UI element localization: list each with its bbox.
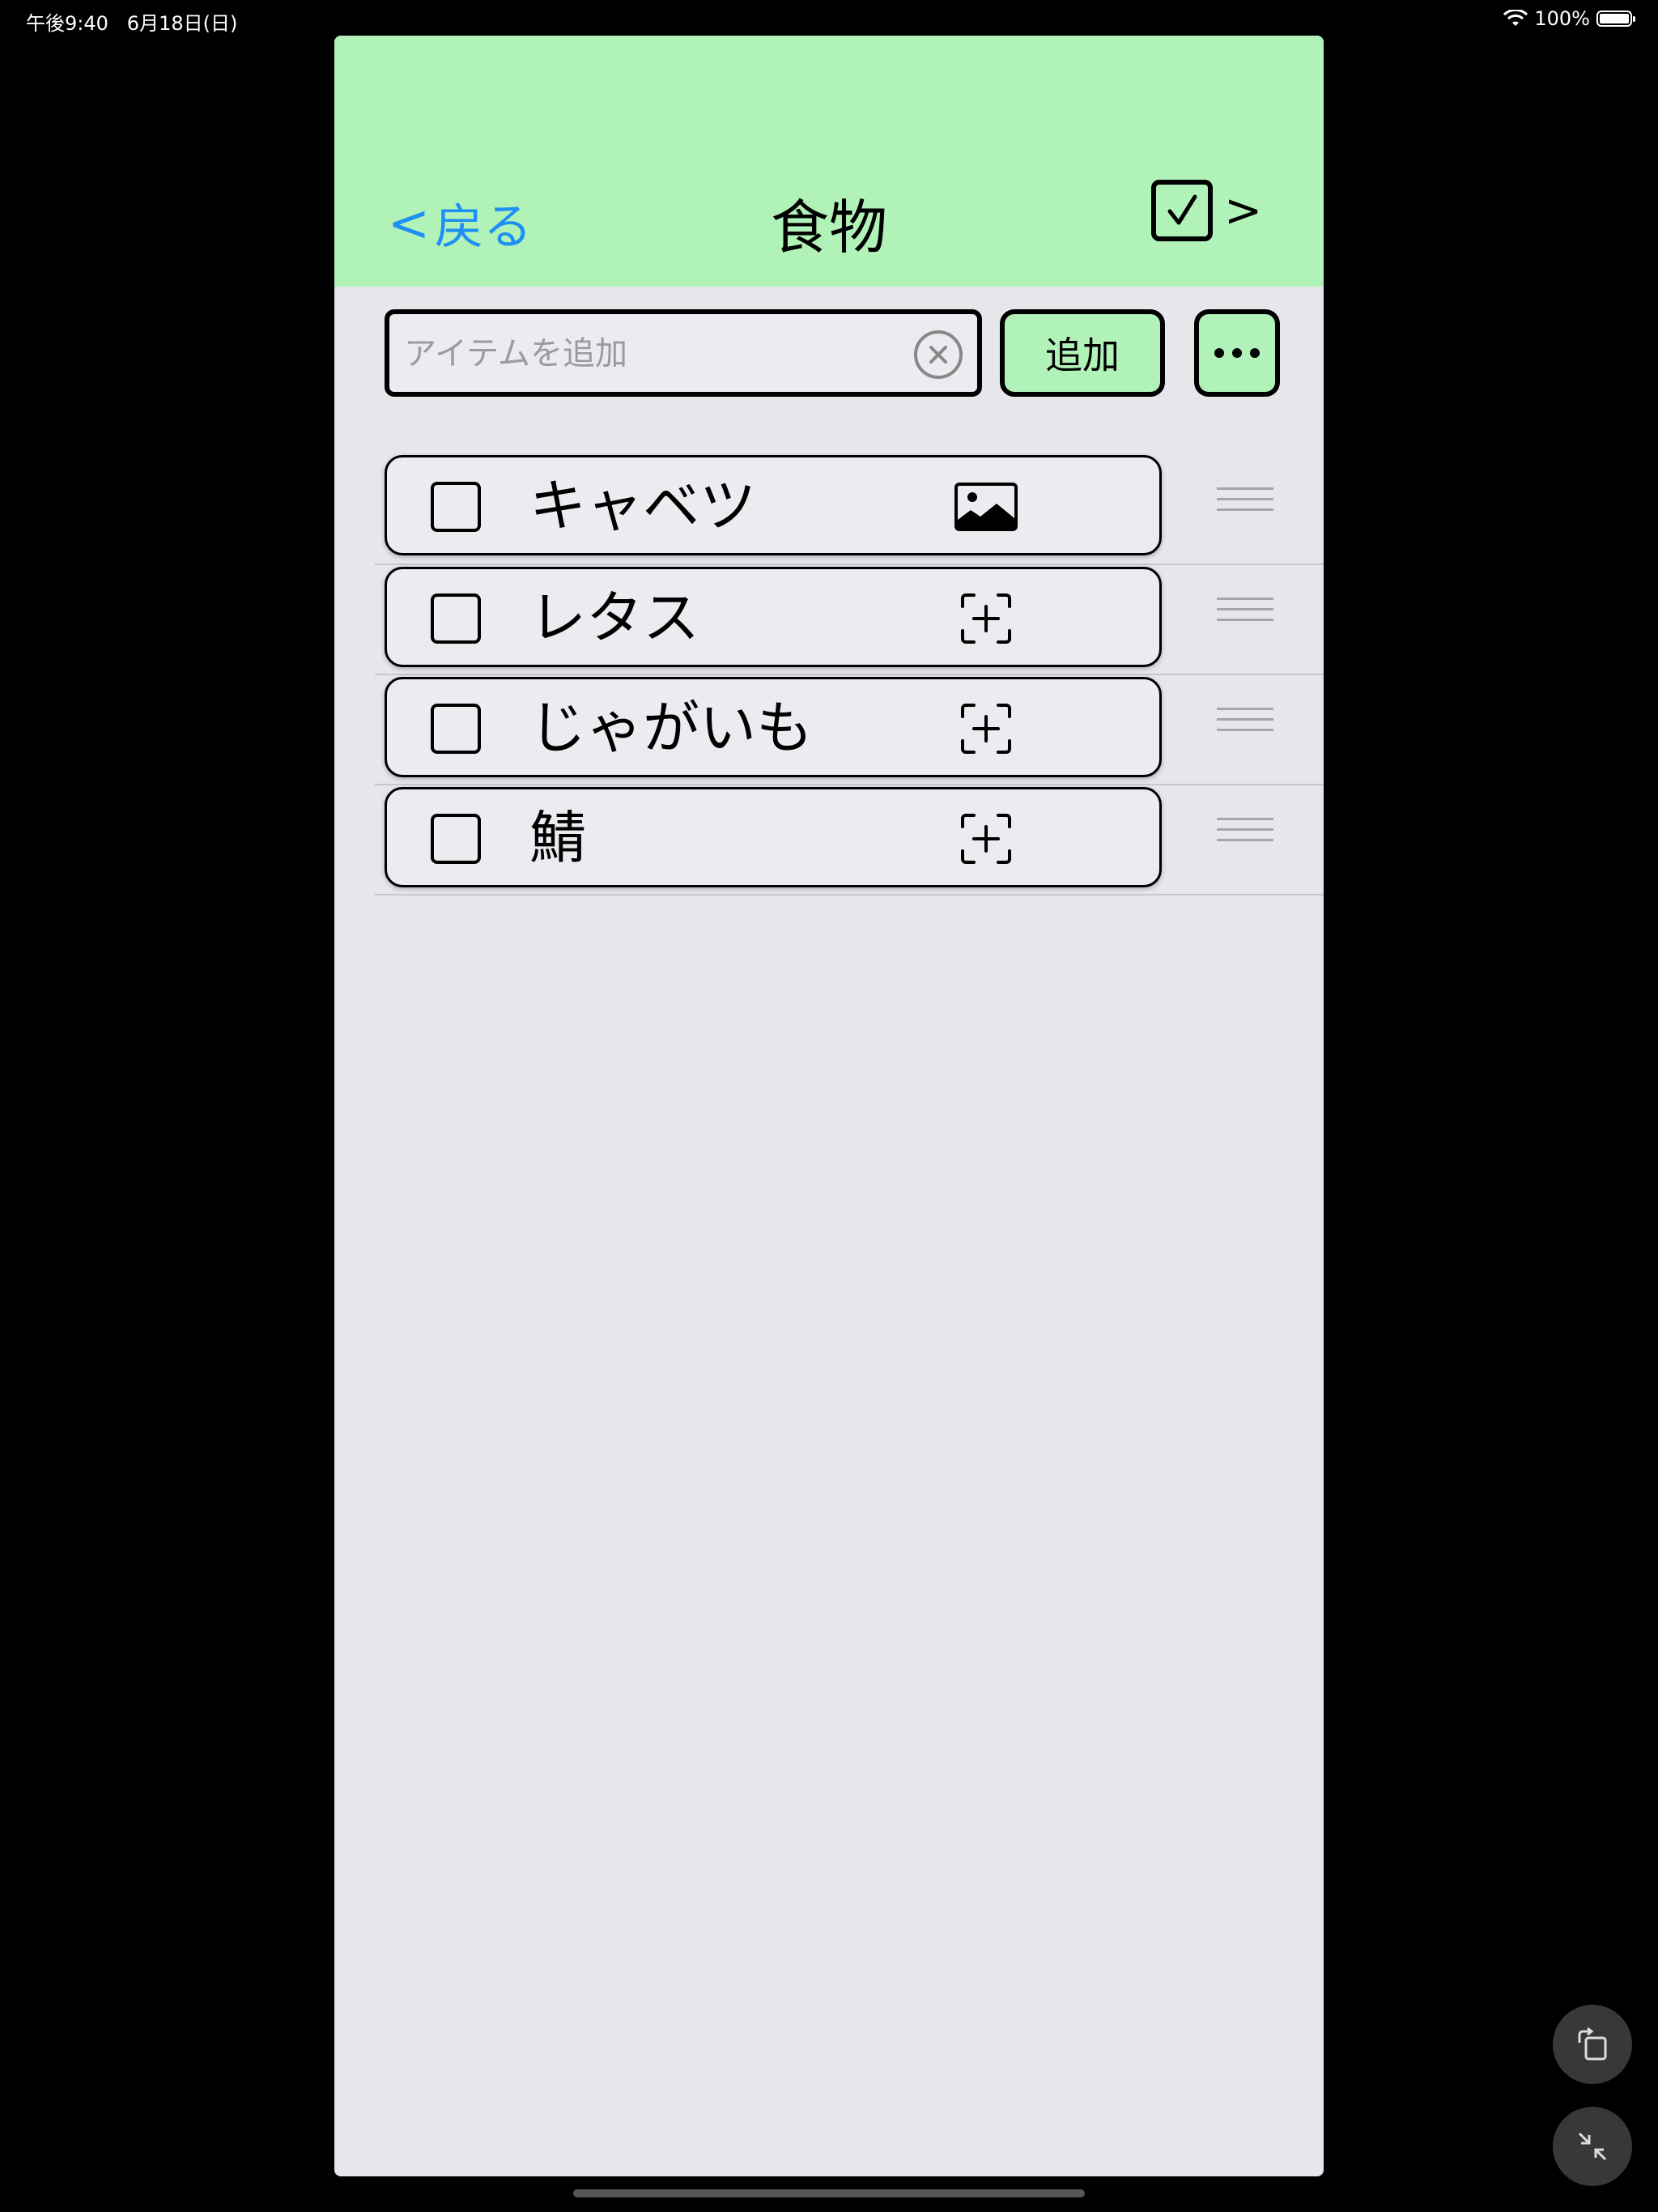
drag-handle[interactable] (1217, 708, 1273, 740)
item-checkbox[interactable] (431, 593, 481, 644)
minimize-button[interactable] (1553, 2107, 1632, 2186)
add-item-input[interactable] (402, 314, 875, 393)
add-photo-button[interactable] (954, 812, 1018, 866)
list-item: レタス (375, 565, 1324, 675)
wifi-icon (1503, 10, 1528, 26)
nav-header: < 戻る 食物 > (334, 36, 1324, 287)
checkmark-box-icon (1151, 180, 1214, 241)
item-checkbox[interactable] (431, 704, 481, 754)
status-time: 午後9:40 6月18日(日) (26, 7, 237, 36)
item-name: 鯖 (529, 805, 586, 871)
item-list: キャベツ レタス じゃがいも 鯖 (375, 455, 1324, 895)
drag-handle[interactable] (1217, 487, 1273, 520)
item-name: レタス (529, 585, 699, 651)
add-photo-button[interactable] (954, 702, 1018, 755)
app-window: < 戻る 食物 > 追加 (334, 36, 1324, 2176)
list-item: 鯖 (375, 785, 1324, 895)
chevron-right-icon: > (1224, 184, 1262, 237)
item-card[interactable]: じゃがいも (385, 677, 1162, 777)
item-name: じゃがいも (529, 695, 813, 761)
row-divider (375, 894, 1324, 895)
status-clock: 午後9:40 (26, 12, 108, 35)
item-name: キャベツ (529, 473, 756, 539)
close-icon (929, 346, 947, 364)
item-checkbox[interactable] (431, 814, 481, 864)
more-dot-icon (1250, 348, 1260, 358)
more-dot-icon (1232, 348, 1242, 358)
status-date: 6月18日(日) (126, 12, 238, 35)
rotate-button[interactable] (1553, 2005, 1632, 2084)
item-checkbox[interactable] (431, 482, 481, 532)
add-photo-icon (961, 593, 1011, 644)
item-card[interactable]: レタス (385, 567, 1162, 667)
battery-fill (1600, 14, 1629, 23)
add-photo-icon (961, 814, 1011, 864)
add-item-field (385, 309, 982, 397)
drag-handle[interactable] (1217, 818, 1273, 850)
drag-handle[interactable] (1217, 598, 1273, 630)
photo-icon (954, 483, 1018, 531)
minimize-icon (1578, 2132, 1607, 2161)
list-item: じゃがいも (375, 675, 1324, 785)
photo-button[interactable] (954, 480, 1018, 534)
item-card[interactable]: キャベツ (385, 455, 1162, 555)
more-dot-icon (1214, 348, 1224, 358)
add-photo-icon (961, 704, 1011, 754)
more-button[interactable] (1194, 309, 1280, 397)
status-right: 100% (1503, 7, 1635, 30)
add-item-row: 追加 (385, 309, 1291, 397)
check-all-button[interactable]: > (1151, 180, 1262, 241)
home-indicator[interactable] (573, 2189, 1085, 2197)
item-card[interactable]: 鯖 (385, 787, 1162, 887)
add-photo-button[interactable] (954, 592, 1018, 645)
battery-icon (1596, 11, 1635, 27)
battery-percent: 100% (1534, 7, 1590, 30)
status-bar: 午後9:40 6月18日(日) 100% (0, 0, 1658, 39)
add-button[interactable]: 追加 (1000, 309, 1165, 397)
rotate-icon (1578, 2027, 1607, 2061)
clear-input-button[interactable] (914, 330, 963, 379)
list-item: キャベツ (375, 455, 1324, 565)
checkmark-icon (1167, 194, 1197, 225)
